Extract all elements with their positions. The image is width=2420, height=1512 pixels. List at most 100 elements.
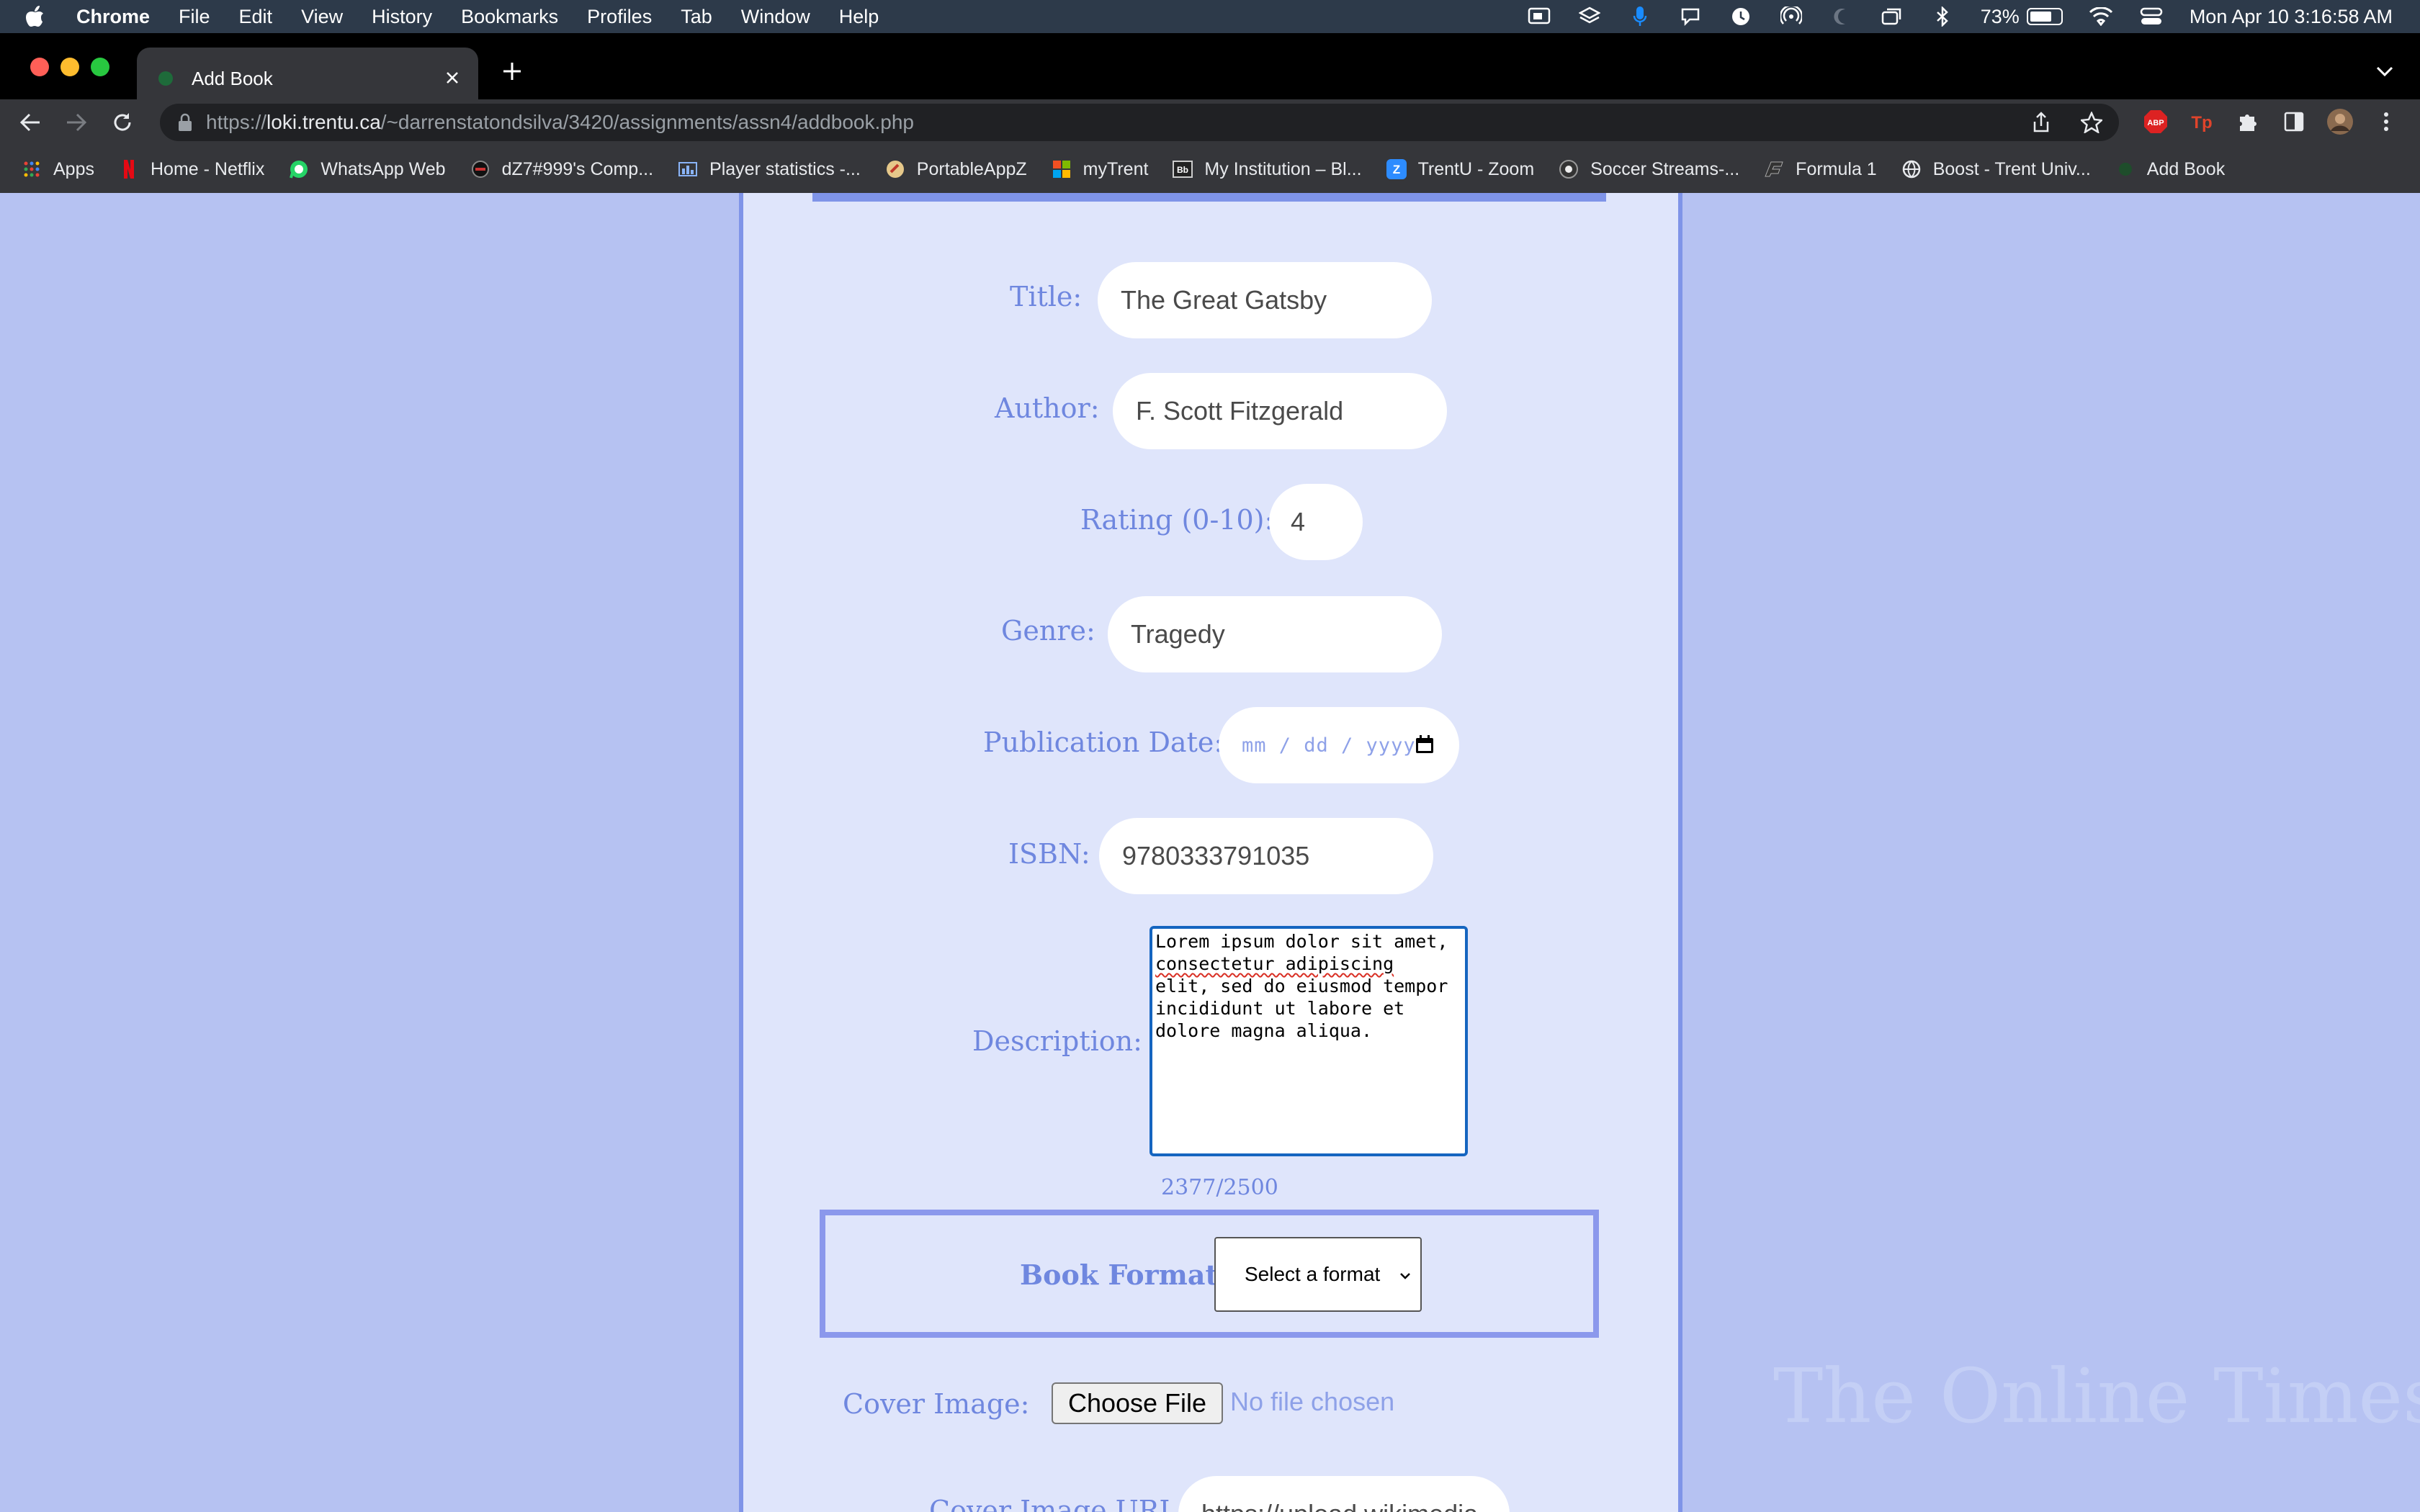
- microphone-icon[interactable]: [1628, 6, 1652, 27]
- bookmark-mytrent[interactable]: myTrent: [1052, 158, 1149, 180]
- chrome-menu-icon[interactable]: [2372, 108, 2400, 135]
- forward-icon[interactable]: [62, 108, 91, 137]
- menu-view[interactable]: View: [301, 6, 343, 28]
- rating-input[interactable]: 4: [1269, 484, 1363, 560]
- globe-icon: [1901, 159, 1922, 179]
- menu-window[interactable]: Window: [741, 6, 810, 28]
- menu-app-name[interactable]: Chrome: [76, 6, 150, 28]
- menu-profiles[interactable]: Profiles: [587, 6, 652, 28]
- publication-date-label: Publication Date:: [983, 726, 1224, 758]
- bookmark-apps[interactable]: Apps: [22, 159, 94, 180]
- date-placeholder: mm / dd / yyyy: [1242, 734, 1416, 757]
- bookmark-star-icon[interactable]: [2080, 111, 2103, 134]
- browser-tab-strip: Add Book: [0, 33, 2420, 109]
- close-window-button[interactable]: [30, 58, 49, 76]
- bookmark-boost-trent[interactable]: Boost - Trent Univ...: [1901, 159, 2091, 180]
- bookmark-my-institution[interactable]: Bb My Institution – Bl...: [1173, 158, 1362, 180]
- extensions-puzzle-icon[interactable]: [2234, 108, 2262, 135]
- wifi-icon[interactable]: [2089, 6, 2113, 27]
- clock-icon[interactable]: [1729, 6, 1753, 27]
- bookmark-label: Add Book: [2146, 158, 2226, 179]
- bluetooth-icon[interactable]: [1930, 6, 1955, 27]
- share-icon[interactable]: [2030, 111, 2053, 134]
- blackboard-icon: Bb: [1173, 159, 1193, 179]
- site-watermark: The Online Times: [1773, 1352, 2420, 1440]
- description-label: Description:: [972, 1025, 1142, 1057]
- menu-history[interactable]: History: [372, 6, 432, 28]
- airdrop-icon[interactable]: [1779, 6, 1803, 27]
- bookmarks-bar: Apps Home - Netflix WhatsApp Web dZ7#999…: [0, 145, 2420, 193]
- screen-mirror-icon[interactable]: [1527, 6, 1551, 27]
- bookmark-add-book[interactable]: Add Book: [2115, 159, 2225, 180]
- battery-level: [2030, 12, 2051, 22]
- game-stats-icon: [470, 159, 490, 179]
- address-bar[interactable]: https://loki.trentu.ca/~darrenstatondsil…: [160, 104, 2119, 141]
- layers-icon[interactable]: [1577, 6, 1602, 27]
- tp-extension-icon[interactable]: Tp: [2188, 108, 2215, 135]
- bookmark-label: Apps: [53, 158, 94, 179]
- menubar-datetime[interactable]: Mon Apr 10 3:16:58 AM: [2190, 6, 2393, 28]
- minimize-window-button[interactable]: [60, 58, 79, 76]
- bookmark-label: dZ7#999's Comp...: [501, 158, 654, 179]
- book-format-select[interactable]: Select a format: [1214, 1237, 1422, 1312]
- calendar-icon[interactable]: [1415, 734, 1435, 755]
- bookmark-soccer-streams[interactable]: Soccer Streams-...: [1559, 159, 1739, 180]
- adblock-plus-icon[interactable]: ABP: [2142, 108, 2169, 135]
- bookmark-label: Soccer Streams-...: [1590, 158, 1740, 179]
- bookmark-label: Boost - Trent Univ...: [1932, 158, 2091, 179]
- new-tab-button[interactable]: [497, 56, 527, 86]
- side-panel-icon[interactable]: [2280, 108, 2308, 135]
- menu-tab[interactable]: Tab: [681, 6, 712, 28]
- lock-icon[interactable]: [176, 112, 194, 133]
- bookmark-label: WhatsApp Web: [321, 158, 446, 179]
- rating-label: Rating (0-10):: [1080, 504, 1274, 536]
- author-input[interactable]: F. Scott Fitzgerald: [1113, 373, 1447, 449]
- bookmark-game-stats[interactable]: dZ7#999's Comp...: [470, 159, 653, 180]
- publication-date-input[interactable]: mm / dd / yyyy: [1219, 707, 1459, 783]
- app-status-icon[interactable]: [1678, 6, 1703, 27]
- isbn-input[interactable]: 9780333791035: [1099, 818, 1433, 894]
- window-switch-icon[interactable]: [1880, 6, 1904, 27]
- menu-file[interactable]: File: [179, 6, 210, 28]
- bookmark-whatsapp[interactable]: WhatsApp Web: [289, 158, 446, 180]
- back-icon[interactable]: [16, 108, 45, 137]
- menu-bookmarks[interactable]: Bookmarks: [461, 6, 558, 28]
- description-line: incididunt ut labore et: [1155, 998, 1405, 1019]
- close-tab-icon[interactable]: [441, 66, 464, 89]
- url-host: loki.trentu.ca: [266, 111, 381, 133]
- isbn-label: ISBN:: [1008, 838, 1090, 870]
- description-line: elit, sed do eiusmod tempor: [1155, 976, 1448, 996]
- maximize-window-button[interactable]: [91, 58, 109, 76]
- bookmark-label: My Institution – Bl...: [1204, 158, 1362, 179]
- control-center-icon[interactable]: [2139, 6, 2164, 27]
- url-scheme: https://: [206, 111, 267, 133]
- tp-extension-label: Tp: [2191, 113, 2212, 132]
- cover-url-input[interactable]: https://upload.wikimedia: [1178, 1476, 1510, 1512]
- bookmark-label: myTrent: [1083, 158, 1149, 179]
- profile-avatar[interactable]: [2326, 108, 2354, 135]
- apple-menu-icon[interactable]: [26, 6, 55, 27]
- character-counter: 2377/2500: [1161, 1175, 1278, 1200]
- bookmark-netflix[interactable]: Home - Netflix: [119, 159, 264, 180]
- genre-input[interactable]: Tragedy: [1108, 596, 1442, 672]
- bookmark-portableappz[interactable]: PortableAppZ: [885, 159, 1027, 180]
- moon-icon[interactable]: [1829, 6, 1854, 27]
- svg-text:Bb: Bb: [1177, 165, 1188, 175]
- page-viewport[interactable]: Title: The Great Gatsby Author: F. Scott…: [0, 193, 2420, 1512]
- description-textarea[interactable]: Lorem ipsum dolor sit amet, consectetur …: [1150, 926, 1468, 1156]
- tab-search-chevron-icon[interactable]: [2371, 58, 2398, 85]
- description-line: consectetur adipiscing: [1155, 953, 1394, 974]
- microsoft-icon: [1052, 159, 1072, 179]
- bookmark-trentu-zoom[interactable]: Z TrentU - Zoom: [1386, 159, 1534, 180]
- author-label: Author:: [995, 392, 1100, 424]
- url-path: /~darrenstatondsilva/3420/assignments/as…: [380, 111, 914, 133]
- battery-indicator[interactable]: 73%: [1981, 6, 2063, 28]
- menu-edit[interactable]: Edit: [239, 6, 273, 28]
- reload-icon[interactable]: [108, 108, 137, 137]
- title-input[interactable]: The Great Gatsby: [1098, 262, 1432, 338]
- bookmark-player-statistics[interactable]: Player statistics -...: [678, 159, 861, 180]
- bookmark-formula-1[interactable]: Formula 1: [1764, 159, 1877, 180]
- menu-help[interactable]: Help: [839, 6, 879, 28]
- cover-image-label: Cover Image:: [843, 1388, 1030, 1420]
- choose-file-button[interactable]: Choose File: [1052, 1382, 1223, 1424]
